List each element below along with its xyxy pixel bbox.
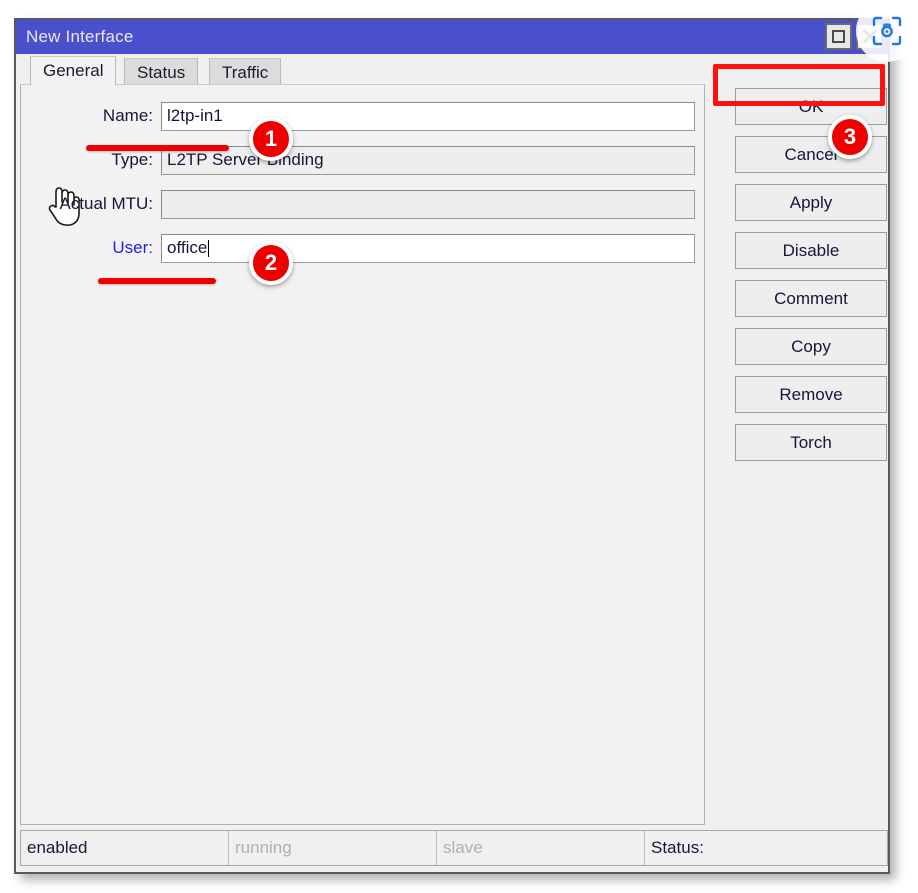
maximize-icon bbox=[832, 30, 845, 43]
annotation-badge-2: 2 bbox=[249, 241, 293, 285]
field-row-user: User: office bbox=[21, 233, 695, 263]
user-input-value: office bbox=[167, 238, 208, 257]
general-tab-panel: Name: l2tp-in1 Type: L2TP Server Binding… bbox=[20, 84, 705, 825]
actual-mtu-input bbox=[161, 189, 695, 219]
text-caret bbox=[208, 239, 210, 257]
field-label-user: User: bbox=[112, 238, 153, 257]
annotation-underline-user bbox=[98, 278, 216, 284]
screenshot-capture-icon bbox=[872, 16, 902, 46]
field-row-actual-mtu: Actual MTU: bbox=[21, 189, 695, 219]
type-input: L2TP Server Binding bbox=[161, 145, 695, 175]
screenshot-capture-overlay[interactable] bbox=[856, 0, 918, 62]
copy-button[interactable]: Copy bbox=[735, 328, 887, 365]
field-label-name: Name: bbox=[102, 106, 153, 125]
status-cell-slave: slave bbox=[437, 831, 645, 865]
window-titlebar[interactable]: New Interface bbox=[16, 20, 888, 54]
tab-traffic[interactable]: Traffic bbox=[209, 58, 282, 86]
status-cell-enabled: enabled bbox=[21, 831, 229, 865]
name-input-value: l2tp-in1 bbox=[167, 106, 223, 125]
annotation-badge-1: 1 bbox=[249, 117, 293, 161]
annotation-underline-name bbox=[86, 145, 229, 151]
screen-root: New Interface General Status Traffic Nam… bbox=[0, 0, 918, 893]
disable-button[interactable]: Disable bbox=[735, 232, 887, 269]
field-label-type: Type: bbox=[111, 150, 153, 169]
remove-button[interactable]: Remove bbox=[735, 376, 887, 413]
annotation-badge-3: 3 bbox=[828, 115, 872, 159]
status-cell-running: running bbox=[229, 831, 437, 865]
maximize-button[interactable] bbox=[825, 23, 852, 50]
status-bar: enabled running slave Status: bbox=[20, 830, 888, 866]
name-input[interactable]: l2tp-in1 bbox=[161, 101, 695, 131]
annotation-box-ok bbox=[713, 64, 885, 106]
status-cell-status: Status: bbox=[651, 838, 704, 857]
user-input[interactable]: office bbox=[161, 233, 695, 263]
tab-general[interactable]: General bbox=[30, 56, 117, 86]
type-input-value: L2TP Server Binding bbox=[167, 150, 324, 169]
window-title: New Interface bbox=[26, 27, 134, 46]
comment-button[interactable]: Comment bbox=[735, 280, 887, 317]
apply-button[interactable]: Apply bbox=[735, 184, 887, 221]
torch-button[interactable]: Torch bbox=[735, 424, 887, 461]
field-row-name: Name: l2tp-in1 bbox=[21, 101, 695, 131]
tab-status[interactable]: Status bbox=[124, 58, 199, 86]
field-label-actual-mtu: Actual MTU: bbox=[59, 194, 153, 213]
